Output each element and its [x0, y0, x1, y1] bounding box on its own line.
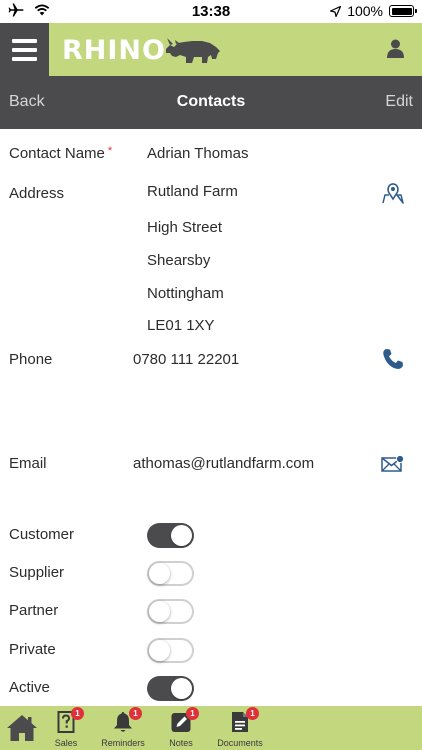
tab-reminders-label: Reminders	[101, 738, 145, 748]
phone-icon	[383, 349, 403, 369]
menu-button[interactable]	[0, 23, 49, 76]
page-title: Contacts	[176, 93, 246, 110]
address-label: Address	[9, 185, 65, 202]
rhino-icon	[165, 38, 220, 63]
tab-home[interactable]	[4, 706, 40, 750]
notes-badge: 1	[186, 707, 199, 720]
email-label: Email	[9, 455, 47, 472]
contact-name-label-text: Contact Name	[9, 145, 105, 162]
required-indicator: *	[107, 145, 113, 157]
address-line-2: High Street	[147, 219, 223, 236]
sales-badge: 1	[71, 707, 84, 720]
phone-value: 0780 111 22201	[133, 351, 240, 368]
tab-documents-label: Documents	[217, 738, 263, 748]
private-toggle[interactable]	[147, 638, 194, 663]
email-value: athomas@rutlandfarm.com	[133, 455, 315, 472]
hamburger-line	[12, 38, 37, 43]
home-icon	[7, 715, 37, 741]
toggle-knob	[149, 640, 170, 661]
supplier-label: Supplier	[9, 564, 65, 581]
toggle-knob	[149, 563, 170, 584]
hamburger-line	[12, 56, 37, 61]
send-email-button[interactable]	[381, 454, 405, 478]
tab-notes[interactable]: 1 Notes	[162, 706, 200, 750]
battery-percent: 100%	[347, 3, 383, 19]
tab-notes-label: Notes	[169, 738, 193, 748]
customer-label: Customer	[9, 526, 75, 543]
tab-documents[interactable]: 1 Documents	[212, 706, 268, 750]
status-bar: 13:38 100%	[0, 0, 422, 23]
partner-label: Partner	[9, 602, 59, 619]
location-arrow-icon	[330, 5, 342, 17]
contact-name-value: Adrian Thomas	[147, 145, 249, 162]
toggle-knob	[149, 601, 170, 622]
hamburger-line	[12, 47, 37, 52]
address-line-1: Rutland Farm	[147, 183, 238, 200]
tab-sales-label: Sales	[54, 738, 78, 748]
private-label: Private	[9, 641, 56, 658]
toggle-knob	[171, 678, 192, 699]
call-button[interactable]	[382, 348, 404, 375]
nav-bar: Back Contacts Edit	[0, 76, 422, 129]
phone-label: Phone	[9, 351, 53, 368]
tab-reminders[interactable]: 1 Reminders	[98, 706, 148, 750]
address-line-3: Shearsby	[147, 252, 211, 269]
partner-toggle[interactable]	[147, 599, 194, 624]
reminders-badge: 1	[129, 707, 142, 720]
tab-sales[interactable]: 1 Sales	[48, 706, 84, 750]
tab-bar: 1 Sales 1 Reminders 1 Notes 1 Documents	[0, 706, 422, 750]
logo-text: RHINO	[62, 34, 166, 66]
mail-icon	[381, 454, 405, 472]
edit-button[interactable]: Edit	[385, 93, 413, 111]
supplier-toggle[interactable]	[147, 561, 194, 586]
active-label: Active	[9, 679, 50, 696]
app-header: RHINO	[0, 23, 422, 76]
user-account-button[interactable]	[387, 39, 404, 63]
map-location-button[interactable]	[382, 182, 404, 209]
contact-name-label: Contact Name *	[9, 145, 112, 162]
rhino-logo: RHINO	[62, 30, 222, 70]
documents-badge: 1	[246, 707, 259, 720]
status-right: 100%	[330, 3, 417, 19]
map-pin-icon	[382, 183, 404, 204]
address-line-4: Nottingham	[147, 285, 224, 302]
address-line-5: LE01 1XY	[147, 317, 215, 334]
user-icon	[387, 39, 404, 58]
toggle-knob	[171, 525, 192, 546]
customer-toggle[interactable]	[147, 523, 194, 548]
active-toggle[interactable]	[147, 676, 194, 701]
battery-icon	[389, 5, 417, 17]
